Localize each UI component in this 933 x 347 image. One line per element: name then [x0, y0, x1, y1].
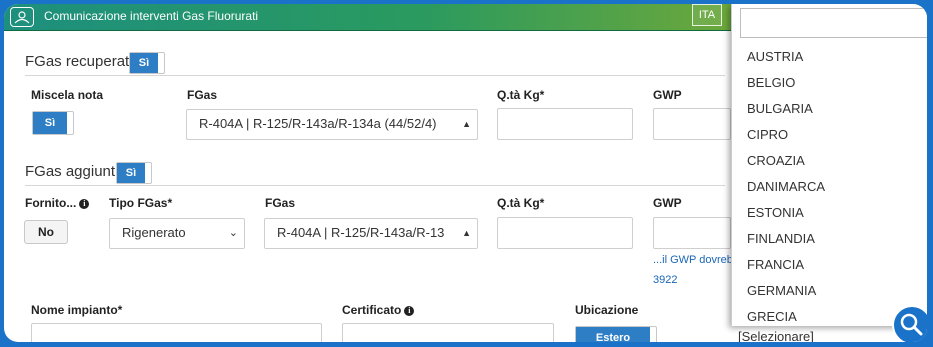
recovered-fgas-select[interactable]: R-404A | R-125/R-143a/R-134a (44/52/4) ▲: [186, 109, 478, 140]
mix-known-toggle[interactable]: Sì: [32, 111, 74, 135]
triangle-up-icon: ▲: [462, 228, 471, 238]
gwp-hint-link[interactable]: ...il GWP dovreb: [653, 254, 733, 266]
divider: [25, 185, 725, 186]
home-logo-icon[interactable]: [10, 7, 34, 27]
recovered-qty-input[interactable]: [497, 108, 633, 140]
language-button[interactable]: ITA: [692, 4, 722, 26]
recovered-fgas-label: FGas: [187, 88, 218, 102]
country-option[interactable]: FRANCIA: [747, 257, 804, 272]
plant-name-input[interactable]: [31, 323, 322, 342]
country-option[interactable]: BELGIO: [747, 75, 795, 90]
country-option[interactable]: ESTONIA: [747, 205, 804, 220]
added-section-title: FGas aggiunti: [25, 163, 119, 180]
info-icon[interactable]: i: [404, 306, 415, 316]
fgas-type-select[interactable]: Rigenerato ⌄: [109, 218, 245, 249]
country-option[interactable]: AUSTRIA: [747, 49, 803, 64]
magnifier-icon: [900, 313, 923, 336]
country-option[interactable]: CROAZIA: [747, 153, 805, 168]
fgas-type-label: Tipo FGas*: [109, 196, 173, 210]
country-option[interactable]: DANIMARCA: [747, 179, 825, 194]
country-option[interactable]: GERMANIA: [747, 283, 816, 298]
added-gwp-input[interactable]: [653, 217, 731, 249]
recovered-gwp-label: GWP: [653, 88, 682, 102]
certificate-input[interactable]: [342, 323, 554, 342]
country-select-value[interactable]: [Selezionare]: [738, 329, 814, 342]
supplied-label: Fornito... i: [25, 196, 90, 210]
recovered-toggle-label: Sì: [130, 53, 158, 73]
country-option[interactable]: FINLANDIA: [747, 231, 815, 246]
added-toggle-label: Sì: [117, 163, 145, 183]
country-search-input[interactable]: [740, 8, 927, 38]
recovered-toggle[interactable]: Sì: [129, 52, 165, 74]
fgas-type-value: Rigenerato: [122, 225, 186, 240]
supplied-toggle[interactable]: No: [24, 220, 68, 244]
recovered-qty-label: Q.tà Kg*: [497, 88, 545, 102]
mix-known-toggle-label: Sì: [33, 112, 67, 134]
recovered-fgas-value: R-404A | R-125/R-143a/R-134a (44/52/4): [199, 116, 437, 131]
plant-name-label: Nome impianto*: [31, 303, 123, 317]
added-fgas-value: R-404A | R-125/R-143a/R-13: [277, 225, 445, 240]
search-button[interactable]: [892, 305, 927, 342]
app-window: Comunicazione interventi Gas Fluorurati …: [4, 4, 927, 342]
country-option[interactable]: GRECIA: [747, 309, 797, 324]
added-fgas-label: FGas: [265, 196, 296, 210]
recovered-gwp-input[interactable]: [653, 108, 731, 140]
country-dropdown[interactable]: AUSTRIA BELGIO BULGARIA CIPRO CROAZIA DANIMAR…: [731, 4, 927, 326]
info-icon[interactable]: i: [79, 199, 90, 209]
added-qty-input[interactable]: [497, 217, 633, 249]
country-option[interactable]: CIPRO: [747, 127, 788, 142]
certificate-label: Certificato i: [342, 303, 415, 317]
recovered-section-title: FGas recuperati: [25, 53, 133, 70]
location-label: Ubicazione: [575, 303, 639, 317]
added-qty-label: Q.tà Kg*: [497, 196, 545, 210]
added-gwp-label: GWP: [653, 196, 682, 210]
chevron-down-icon: ⌄: [228, 227, 238, 239]
added-toggle[interactable]: Sì: [116, 162, 152, 184]
location-toggle[interactable]: Estero: [575, 326, 657, 342]
divider: [25, 75, 725, 76]
mix-known-label: Miscela nota: [31, 88, 104, 102]
location-toggle-label: Estero: [576, 327, 650, 342]
gwp-hint-value: 3922: [653, 274, 678, 286]
app-title: Comunicazione interventi Gas Fluorurati: [44, 9, 259, 23]
triangle-up-icon: ▲: [462, 119, 471, 129]
country-option[interactable]: BULGARIA: [747, 101, 813, 116]
added-fgas-select[interactable]: R-404A | R-125/R-143a/R-13 ▲: [264, 218, 478, 249]
